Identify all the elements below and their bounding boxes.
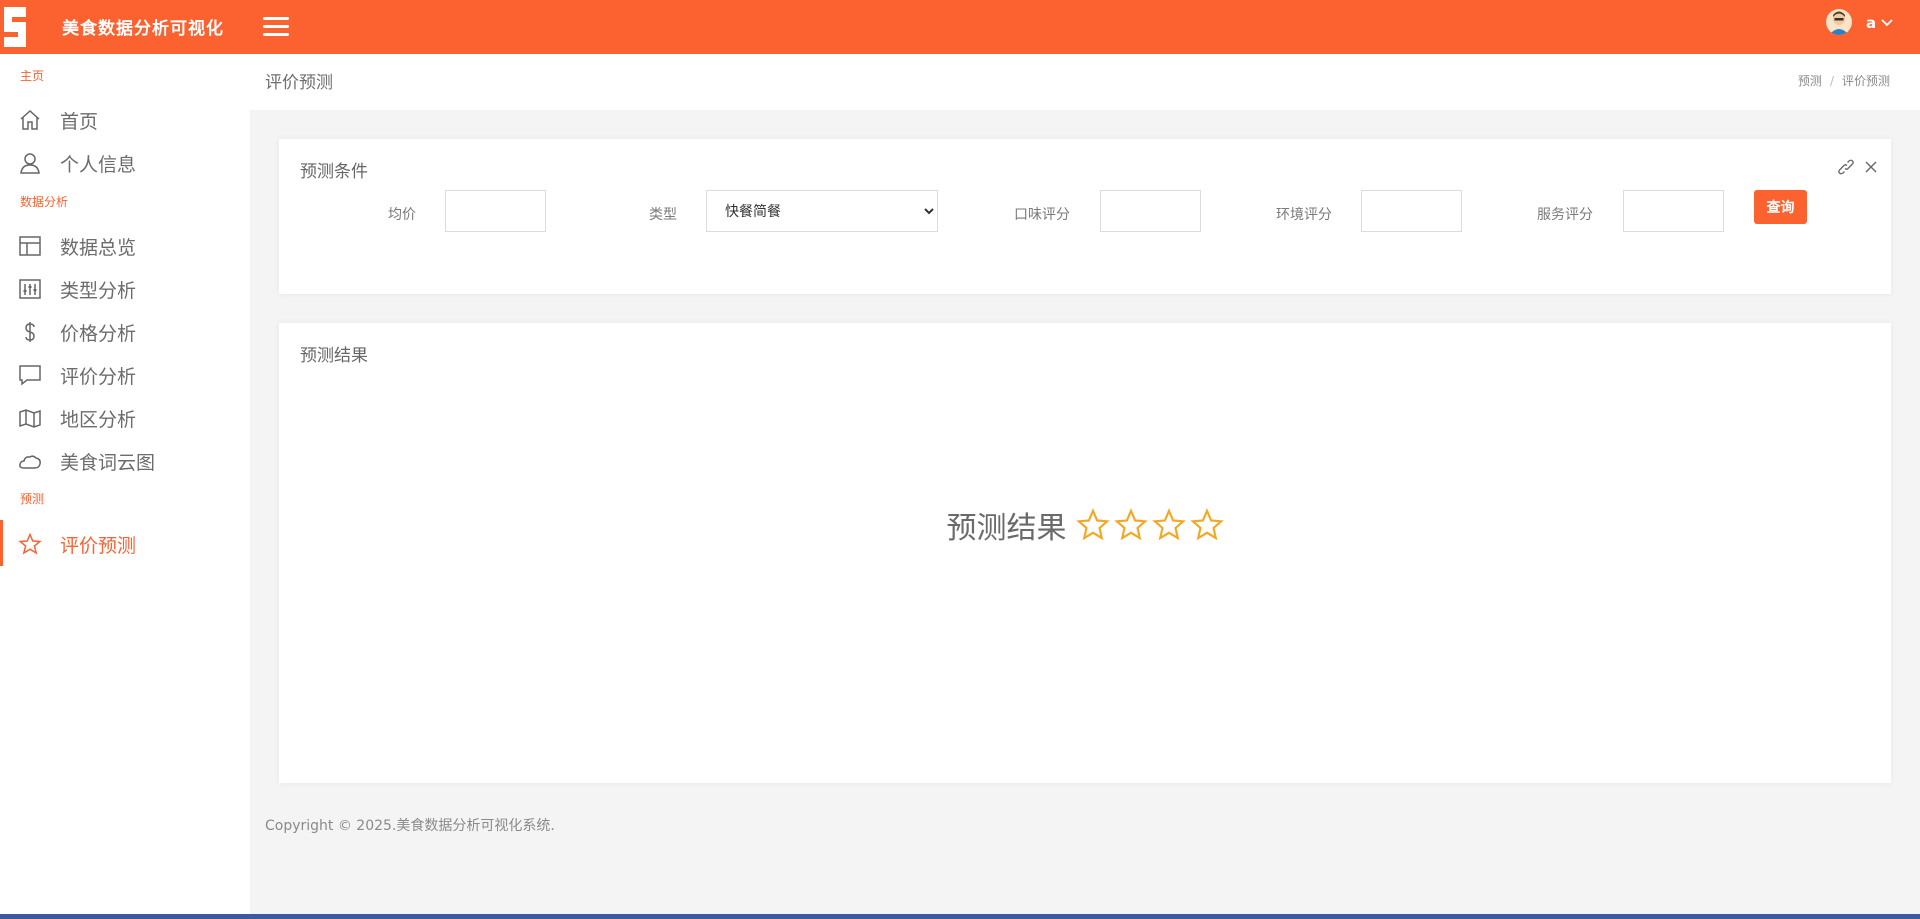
sidebar-item-home[interactable]: 首页 [0,100,250,136]
field-label: 口味评分 [1014,207,1070,223]
user-icon [20,153,40,174]
sidebar-item-label: 评价分析 [60,366,137,388]
sidebar-item-label: 数据总览 [60,237,137,259]
cloud-icon [19,455,41,469]
footer-copyright: Copyright © 2025. [265,818,397,834]
service-score-input[interactable] [1623,190,1724,232]
sliders-icon [19,279,41,299]
sidebar-item-price[interactable]: 价格分析 [0,312,250,348]
environment-score-input[interactable] [1361,190,1462,232]
layout-icon [19,236,41,256]
chevron-down-icon[interactable] [1880,16,1894,30]
sidebar-section-home: 主页 [20,69,45,83]
query-button[interactable]: 查询 [1754,190,1807,224]
sidebar-section-predict: 预测 [20,492,45,506]
top-bar: 美食数据分析可视化 a [0,0,1920,54]
result-text: 预测结果 [946,511,1067,546]
sidebar-item-type[interactable]: 类型分析 [0,269,250,305]
star-icon [1075,508,1110,541]
sidebar-item-wordcloud[interactable]: 美食词云图 [0,441,250,477]
window-border [0,914,1920,919]
field-label: 类型 [649,207,677,223]
sidebar-section-analysis: 数据分析 [20,195,69,209]
footer-system-name: 美食数据分析可视化系统. [396,818,555,834]
sidebar-item-rating-prediction[interactable]: 评价预测 [0,520,250,566]
sidebar-item-overview[interactable]: 数据总览 [0,226,250,262]
sidebar-item-label: 类型分析 [60,280,137,302]
home-icon [20,109,40,130]
sidebar-item-region[interactable]: 地区分析 [0,398,250,434]
avg-price-input[interactable] [445,190,546,232]
breadcrumb-item[interactable]: 预测 [1798,74,1822,88]
menu-toggle-icon[interactable] [263,17,289,39]
sidebar-item-review[interactable]: 评价分析 [0,355,250,391]
app-title: 美食数据分析可视化 [62,19,224,39]
star-icon [1113,508,1148,541]
sidebar-item-label: 地区分析 [60,409,137,431]
link-icon[interactable] [1838,159,1854,175]
type-select[interactable]: 快餐简餐 [706,190,938,232]
star-icon [18,532,42,555]
breadcrumb: 预测 / 评价预测 [1797,74,1890,88]
sidebar: 主页 首页 个人信息 数据分析 数据总览 类型分析 价格分析 评价分析 地区分析… [0,54,250,916]
logo-icon [4,7,26,47]
avatar[interactable] [1826,9,1852,35]
sidebar-item-label: 价格分析 [60,323,137,345]
dollar-icon [25,322,35,342]
rating-stars [1072,508,1224,541]
card-title: 预测条件 [300,162,368,182]
card-title: 预测结果 [300,346,368,366]
conditions-card: 预测条件 均价 类型 快餐简餐 口味评分 环境评分 服务评分 查询 [279,139,1891,294]
result-card: 预测结果 预测结果 [279,323,1891,783]
page-title: 评价预测 [265,73,333,93]
page-header: 评价预测 预测 / 评价预测 [250,54,1920,110]
taste-score-input[interactable] [1100,190,1201,232]
close-icon[interactable] [1863,159,1879,175]
sidebar-item-label: 美食词云图 [60,452,156,474]
field-label: 均价 [388,207,416,223]
sidebar-item-label: 首页 [60,111,99,133]
sidebar-item-profile[interactable]: 个人信息 [0,143,250,179]
field-label: 环境评分 [1276,207,1332,223]
sidebar-item-label: 评价预测 [60,535,137,557]
star-icon [1189,508,1224,541]
star-icon [1151,508,1186,541]
result-line: 预测结果 [279,503,1891,547]
footer: Copyright © 2025.美食数据分析可视化系统. [265,815,555,835]
breadcrumb-item: 评价预测 [1841,74,1890,88]
map-icon [19,409,41,428]
message-icon [19,365,41,386]
sidebar-item-label: 个人信息 [60,154,137,176]
field-label: 服务评分 [1537,207,1593,223]
user-name[interactable]: a [1866,14,1876,32]
